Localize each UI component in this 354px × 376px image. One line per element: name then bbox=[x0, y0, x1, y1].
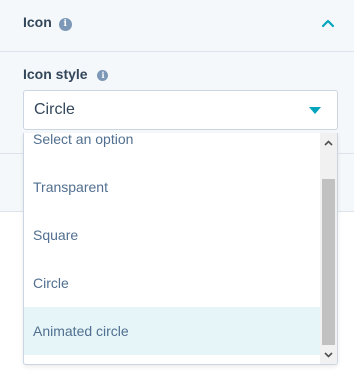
section-title-text: Icon bbox=[23, 14, 52, 30]
field-label: Icon style i bbox=[23, 66, 109, 82]
option-select-an-option[interactable]: Select an option bbox=[24, 133, 320, 163]
option-circle[interactable]: Circle bbox=[24, 259, 320, 307]
option-square[interactable]: Square bbox=[24, 211, 320, 259]
scroll-down-arrow-icon[interactable] bbox=[320, 347, 337, 363]
scroll-up-arrow-icon[interactable] bbox=[320, 135, 337, 151]
caret-down-icon[interactable] bbox=[309, 107, 321, 114]
chevron-up-icon[interactable] bbox=[320, 15, 336, 31]
dropdown-scrollbar[interactable] bbox=[320, 133, 337, 364]
icon-style-select[interactable]: Circle bbox=[23, 90, 338, 130]
option-animated-circle[interactable]: Animated circle bbox=[24, 307, 320, 355]
info-icon[interactable]: i bbox=[58, 18, 72, 31]
icon-settings-panel: Icon i Icon style i Circle Select an opt… bbox=[0, 0, 354, 376]
info-icon[interactable]: i bbox=[97, 70, 109, 81]
select-value: Circle bbox=[34, 101, 75, 118]
scroll-thumb[interactable] bbox=[322, 179, 335, 345]
icon-style-dropdown: Select an option Transparent Square Circ… bbox=[23, 133, 338, 365]
field-label-text: Icon style bbox=[23, 66, 88, 82]
icon-section-header[interactable]: Icon i bbox=[0, 0, 354, 52]
section-title: Icon i bbox=[23, 14, 72, 31]
option-transparent[interactable]: Transparent bbox=[24, 163, 320, 211]
